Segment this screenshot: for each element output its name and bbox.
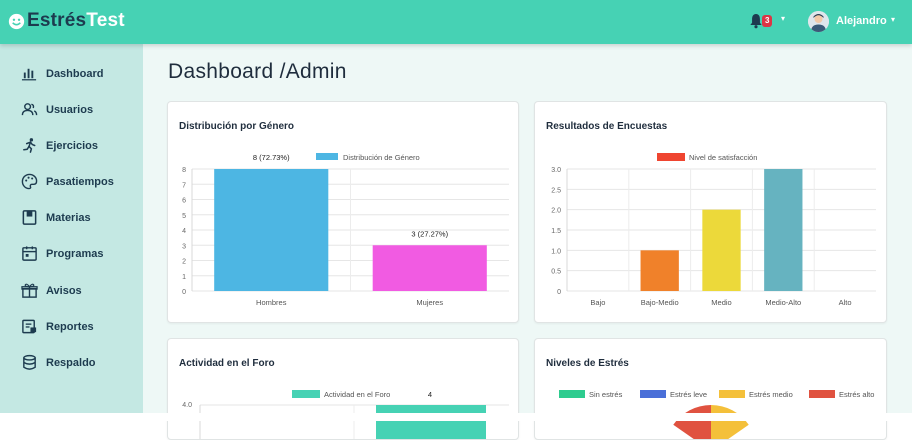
sidebar-item-label: Pasatiempos [46,176,114,188]
y-tick-label: 0 [557,289,561,296]
legend-label: Sin estrés [589,390,623,399]
y-tick-label: 3.0 [551,167,561,174]
brand-text-part2: Test [86,10,125,31]
chevron-down-icon[interactable]: ▾ [891,15,895,24]
page-title: Dashboard /Admin [168,60,347,83]
palette-icon [21,173,38,190]
bar-hombres [214,169,329,291]
username-dropdown[interactable]: Alejandro [836,15,887,27]
y-tick-label: 6 [182,198,186,205]
card-forum-activity: Actividad en el Foro 4.0 Actividad en el … [167,338,519,440]
sidebar-item-ejercicios[interactable]: Ejercicios [0,131,143,161]
bar-medio [702,209,741,291]
y-tick-label: 0 [182,289,186,296]
sidebar-item-avisos[interactable]: Avisos [0,276,143,306]
sidebar-item-label: Respaldo [46,357,96,369]
sidebar-item-programas[interactable]: Programas [0,239,143,269]
sidebar-item-label: Ejercicios [46,140,98,152]
x-tick-label: Alto [839,298,852,307]
bar-medio-alto [764,169,803,291]
y-tick-label: 1.0 [551,248,561,255]
sidebar-item-reportes[interactable]: Reportes [0,312,143,342]
legend-swatch [809,390,835,398]
card-stress-levels: Niveles de Estrés Sin estrés Estrés leve E… [534,338,887,440]
running-icon [23,138,36,153]
x-tick-label: Bajo [590,298,605,307]
sidebar-item-label: Usuarios [46,104,94,116]
report-icon [22,319,37,334]
sidebar-item-label: Avisos [46,285,82,297]
legend-label: Estrés alto [839,390,874,399]
sidebar-item-materias[interactable]: Materias [0,203,143,233]
bell-icon[interactable] [749,13,763,29]
y-tick-label: 2.5 [551,187,561,194]
data-label: 8 (72.73%) [253,153,290,162]
legend-swatch [640,390,666,398]
sidebar-item-label: Reportes [46,321,94,333]
database-icon [23,354,36,370]
survey-bar-chart: 0 0.5 1.0 1.5 2.0 2.5 3.0 Bajo Bajo-Medio Medio Me… [551,153,876,307]
sidebar-item-dashboard[interactable]: Dashboard [0,59,143,89]
legend-label: Actividad en el Foro [324,390,390,399]
sidebar-item-respaldo[interactable]: Respaldo [0,348,143,378]
bar-forum [376,405,486,439]
pie-slice-estres-alto [673,405,711,439]
y-tick-label: 0.5 [551,269,561,276]
card-gender-distribution: Distribución por Género 0 1 2 3 4 5 6 7 8 Hombres… [167,101,519,323]
y-tick-label: 3 [182,243,186,250]
gender-bar-chart: 0 1 2 3 4 5 6 7 8 Hombres 8 (72.73%) Mujeres 3 (27.2… [182,153,509,307]
data-label: 4 [428,390,432,399]
sidebar-item-label: Programas [46,248,104,260]
stress-pie-chart: Sin estrés Estrés leve Estrés medio Estrés … [559,390,874,439]
y-tick-label: 8 [182,167,186,174]
brand-text-part1: Estrés [27,10,87,31]
legend-swatch [316,153,338,160]
sidebar-item-label: Materias [46,212,91,224]
x-tick-label: Mujeres [416,298,443,307]
legend-label: Estrés medio [749,390,793,399]
pie-slice-estres-medio [711,405,749,439]
sidebar-item-usuarios[interactable]: Usuarios [0,95,143,125]
y-tick-label: 7 [182,182,186,189]
y-tick-label: 1 [182,274,186,281]
legend-swatch [292,390,320,398]
y-tick-label: 5 [182,213,186,220]
legend-label: Nivel de satisfacción [689,153,757,162]
x-tick-label: Bajo-Medio [641,298,679,307]
legend-label: Estrés leve [670,390,707,399]
gift-icon [21,283,38,298]
legend-swatch [657,153,685,161]
x-tick-label: Medio-Alto [765,298,801,307]
y-tick-label: 4.0 [182,402,192,409]
book-icon [22,210,37,225]
legend-label: Distribución de Género [343,153,420,162]
forum-bar-chart: 4.0 Actividad en el Foro 4 [182,390,509,439]
bottom-edge [0,413,912,421]
y-tick-label: 2 [182,259,186,266]
bar-chart-icon [21,68,37,81]
sidebar-item-label: Dashboard [46,68,104,80]
bar-mujeres [372,245,487,291]
legend-swatch [719,390,745,398]
card-survey-results: Resultados de Encuestas 0 0.5 1.0 1.5 2.0 2.5… [534,101,887,323]
calendar-icon [22,246,37,261]
legend-swatch [559,390,585,398]
brand-logo[interactable]: Estrés Test [8,10,125,32]
sidebar-item-pasatiempos[interactable]: Pasatiempos [0,167,143,197]
bar-bajo-medio [640,250,679,291]
notification-badge: 3 [762,15,773,27]
top-navbar: Estrés Test 3 ▾ Alejandro ▾ [0,0,912,44]
smile-icon [8,13,25,29]
users-icon [21,103,38,116]
x-tick-label: Medio [711,298,731,307]
avatar[interactable] [808,11,829,32]
data-label: 3 (27.27%) [411,229,448,238]
y-tick-label: 1.5 [551,228,561,235]
sidebar: Dashboard Usuarios Ejercicios Pasatiempo… [0,44,143,421]
y-tick-label: 4 [182,228,186,235]
x-tick-label: Hombres [256,298,287,307]
chevron-down-icon[interactable]: ▾ [781,14,785,23]
y-tick-label: 2.0 [551,208,561,215]
